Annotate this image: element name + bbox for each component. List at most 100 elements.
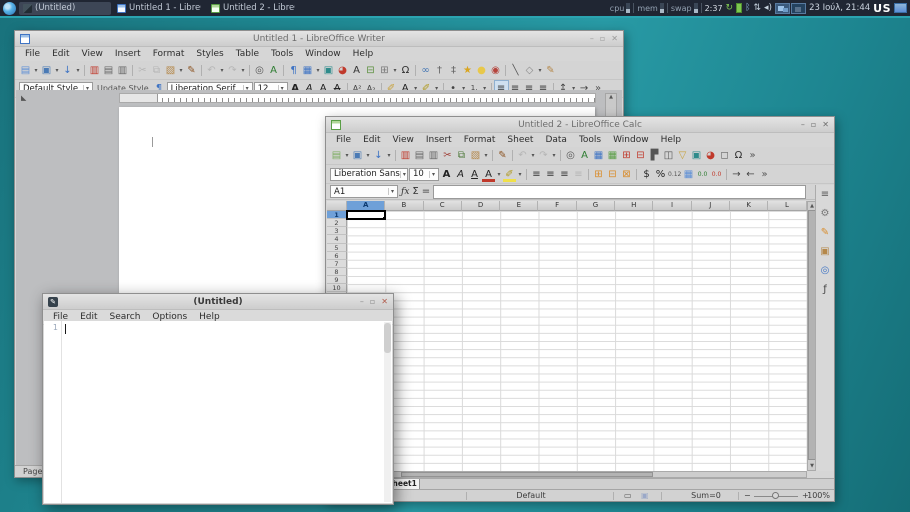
sum-icon[interactable]: Σ <box>412 186 418 197</box>
insert-field-icon[interactable]: ⊞ <box>378 63 391 78</box>
gallery-icon[interactable]: ▣ <box>818 245 832 258</box>
menu-window[interactable]: Window <box>299 49 347 59</box>
new-document-icon[interactable]: ▤ <box>330 148 343 163</box>
minimize-icon[interactable]: – <box>801 120 805 129</box>
align-right-icon[interactable]: ≡ <box>558 167 571 182</box>
network-icon[interactable]: ⇅ <box>753 2 761 14</box>
column-header-b[interactable]: B <box>385 201 423 211</box>
column-header-i[interactable]: I <box>653 201 691 211</box>
workspace-pager[interactable] <box>775 3 806 14</box>
column-header-f[interactable]: F <box>538 201 576 211</box>
export-pdf-icon[interactable]: ▥ <box>399 148 412 163</box>
menu-file[interactable]: File <box>19 49 46 59</box>
row-header-2[interactable]: 2 <box>327 219 347 227</box>
unmerge-cells-icon[interactable]: ⊠ <box>620 167 633 182</box>
menu-sheet[interactable]: Sheet <box>501 135 539 145</box>
basic-shapes-dropdown[interactable]: ▾ <box>537 67 543 74</box>
sidebar-settings-icon[interactable]: ≡ <box>818 188 832 201</box>
open-folder-icon[interactable]: ▣ <box>351 148 364 163</box>
formula-input[interactable] <box>433 185 806 199</box>
maximize-icon[interactable]: ▫ <box>370 297 375 306</box>
paste-dropdown[interactable]: ▾ <box>483 152 489 159</box>
calc-titlebar[interactable]: Untitled 2 - LibreOffice Calc – ▫ ✕ <box>326 117 834 133</box>
undo-icon[interactable]: ↶ <box>205 63 218 78</box>
spreadsheet-cells[interactable] <box>347 211 807 471</box>
find-replace-icon[interactable]: ◎ <box>253 63 266 78</box>
taskbar-task-text-editor[interactable]: (Untitled) <box>19 2 111 15</box>
editor-scroll-thumb[interactable] <box>384 323 391 353</box>
menu-tools[interactable]: Tools <box>573 135 607 145</box>
new-document-dropdown[interactable]: ▾ <box>33 67 39 74</box>
row-header-6[interactable]: 6 <box>327 252 347 260</box>
delete-decimal-icon[interactable]: 0.0 <box>710 167 723 182</box>
toolbar-overflow-icon[interactable]: » <box>758 167 771 182</box>
close-icon[interactable]: ✕ <box>611 34 618 43</box>
menu-file[interactable]: File <box>330 135 357 145</box>
updates-icon[interactable]: ↻ <box>726 2 734 14</box>
add-decimal-icon[interactable]: 0.0 <box>696 167 709 182</box>
spelling-icon[interactable]: A <box>578 148 591 163</box>
display-settings-icon[interactable] <box>894 3 907 13</box>
export-pdf-icon[interactable]: ▥ <box>88 63 101 78</box>
row-header-10[interactable]: 10 <box>327 284 347 292</box>
row-header-3[interactable]: 3 <box>327 227 347 235</box>
close-icon[interactable]: ✕ <box>381 297 388 306</box>
name-box[interactable]: A1▾ <box>330 185 398 198</box>
spelling-icon[interactable]: A <box>267 63 280 78</box>
font-size-combo[interactable]: 10▾ <box>409 168 439 181</box>
sort-descending-icon[interactable]: ▦ <box>606 148 619 163</box>
new-document-dropdown[interactable]: ▾ <box>344 152 350 159</box>
background-color-dropdown[interactable]: ▾ <box>517 171 523 178</box>
merge-cells-icon[interactable]: ⊞ <box>592 167 605 182</box>
editor-titlebar[interactable]: ✎ (Untitled) – ▫ ✕ <box>43 294 393 310</box>
split-window-icon[interactable]: ◫ <box>662 148 675 163</box>
insert-chart-icon[interactable]: ◕ <box>336 63 349 78</box>
menu-format[interactable]: Format <box>458 135 502 145</box>
menu-help[interactable]: Help <box>655 135 688 145</box>
row-header-4[interactable]: 4 <box>327 235 347 243</box>
align-justify-icon[interactable]: ≡ <box>572 167 585 182</box>
menu-view[interactable]: View <box>76 49 109 59</box>
functions-icon[interactable]: ƒ <box>818 283 832 296</box>
cpu-monitor[interactable]: cpu <box>610 3 631 13</box>
menu-edit[interactable]: Edit <box>46 49 75 59</box>
column-header-d[interactable]: D <box>462 201 500 211</box>
undo-dropdown[interactable]: ▾ <box>530 152 536 159</box>
insert-bookmark-icon[interactable]: ★ <box>461 63 474 78</box>
open-folder-dropdown[interactable]: ▾ <box>54 67 60 74</box>
freeze-rows-columns-icon[interactable]: ▛ <box>648 148 661 163</box>
save-icon[interactable]: ↓ <box>372 148 385 163</box>
undo-dropdown[interactable]: ▾ <box>219 67 225 74</box>
minimize-icon[interactable]: – <box>360 297 364 306</box>
calc-horizontal-scrollbar[interactable] <box>347 471 807 478</box>
insert-image-icon[interactable]: ▣ <box>322 63 335 78</box>
save-dropdown[interactable]: ▾ <box>386 152 392 159</box>
open-folder-icon[interactable]: ▣ <box>40 63 53 78</box>
swap-monitor[interactable]: swap <box>671 3 698 13</box>
paste-icon[interactable]: ▧ <box>469 148 482 163</box>
page-break-icon[interactable]: ⊟ <box>364 63 377 78</box>
basic-shapes-icon[interactable]: ◇ <box>523 63 536 78</box>
insert-endnote-icon[interactable]: ‡ <box>447 63 460 78</box>
paste-dropdown[interactable]: ▾ <box>178 67 184 74</box>
menu-table[interactable]: Table <box>230 49 265 59</box>
zoom-out-button[interactable]: − <box>744 491 751 500</box>
keyboard-layout-indicator[interactable]: US <box>873 2 891 15</box>
align-left-icon[interactable]: ≡ <box>530 167 543 182</box>
menu-window[interactable]: Window <box>607 135 655 145</box>
menu-styles[interactable]: Styles <box>190 49 229 59</box>
redo-dropdown[interactable]: ▾ <box>551 152 557 159</box>
background-color-icon[interactable]: ✐ <box>503 167 516 182</box>
formatting-marks-icon[interactable]: ¶ <box>287 63 300 78</box>
special-character-icon[interactable]: Ω <box>732 148 745 163</box>
menu-insert[interactable]: Insert <box>420 135 458 145</box>
insert-field-dropdown[interactable]: ▾ <box>392 67 398 74</box>
menu-view[interactable]: View <box>387 135 420 145</box>
zoom-percent[interactable]: 100% <box>807 491 830 500</box>
print-icon[interactable]: ▤ <box>413 148 426 163</box>
special-character-icon[interactable]: Ω <box>399 63 412 78</box>
editor-scrollbar[interactable] <box>384 322 391 502</box>
sort-ascending-icon[interactable]: ▦ <box>592 148 605 163</box>
row-header-8[interactable]: 8 <box>327 268 347 276</box>
column-header-l[interactable]: L <box>768 201 806 211</box>
